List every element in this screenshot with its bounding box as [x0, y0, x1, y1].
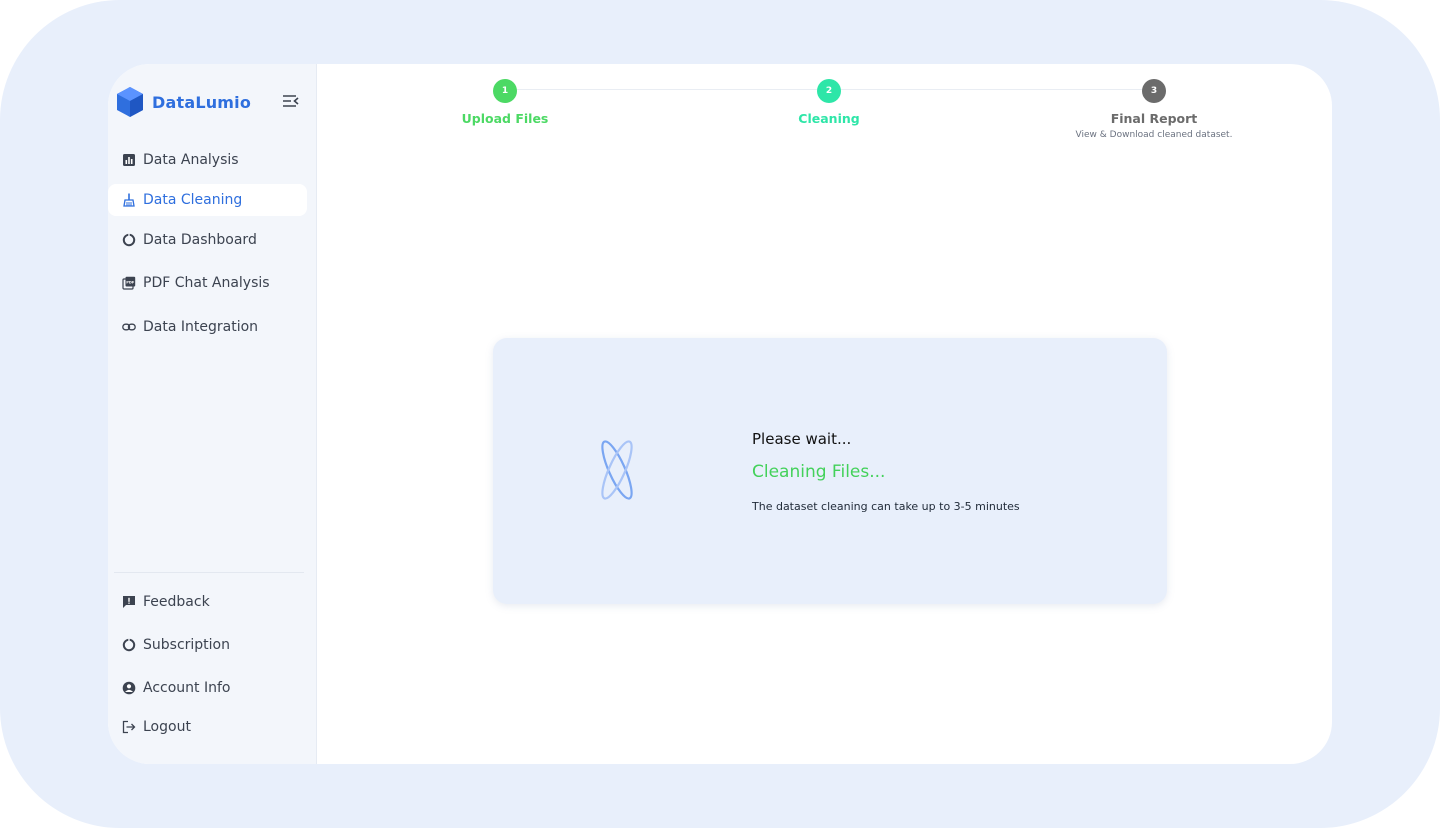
bar-chart-icon	[122, 153, 136, 167]
step-label: Cleaning	[798, 111, 860, 126]
step-cleaning: 2 Cleaning	[709, 79, 949, 126]
collapse-menu-icon[interactable]	[282, 94, 300, 108]
sidebar-item-label: Data Cleaning	[143, 192, 243, 208]
step-final-report: 3 Final Report View & Download cleaned d…	[1034, 79, 1274, 140]
loading-note: The dataset cleaning can take up to 3-5 …	[752, 500, 1020, 513]
broom-icon	[122, 193, 136, 207]
sidebar-item-label: Logout	[143, 719, 191, 735]
sidebar-item-label: Feedback	[143, 594, 210, 610]
step-label: Final Report	[1110, 111, 1198, 126]
step-label: Upload Files	[461, 111, 549, 126]
sidebar-item-data-analysis[interactable]: Data Analysis	[108, 144, 307, 176]
sidebar-item-label: Data Dashboard	[143, 232, 257, 248]
sidebar-item-label: Data Analysis	[143, 152, 239, 168]
step-subtitle: View & Download cleaned dataset.	[1075, 130, 1233, 140]
pdf-icon: PDF	[122, 276, 136, 290]
feedback-icon	[122, 595, 136, 609]
sidebar-item-logout[interactable]: Logout	[108, 711, 307, 743]
brand[interactable]: DataLumio	[116, 86, 251, 118]
sidebar-divider	[114, 572, 304, 573]
donut-chart-icon	[122, 233, 136, 247]
sidebar-item-label: Account Info	[143, 680, 231, 696]
brand-name: DataLumio	[152, 92, 252, 112]
step-number-badge: 3	[1142, 79, 1166, 103]
sidebar-item-label: Data Integration	[143, 319, 259, 335]
sidebar-item-data-cleaning[interactable]: Data Cleaning	[108, 184, 307, 216]
app-window: DataLumio Data Analysis Data Cleaning Da…	[108, 64, 1332, 764]
step-upload-files: 1 Upload Files	[385, 79, 625, 126]
main-content: 1 Upload Files 2 Cleaning 3 Final Report…	[317, 64, 1332, 764]
loading-status: Cleaning Files...	[752, 462, 886, 482]
sidebar-item-label: PDF Chat Analysis	[143, 275, 270, 291]
sidebar-item-feedback[interactable]: Feedback	[108, 586, 307, 618]
loading-title: Please wait...	[752, 430, 852, 448]
step-number-badge: 2	[817, 79, 841, 103]
svg-text:PDF: PDF	[126, 281, 135, 285]
sidebar-item-subscription[interactable]: Subscription	[108, 629, 307, 661]
sidebar-item-data-integration[interactable]: Data Integration	[108, 311, 307, 343]
subscription-icon	[122, 638, 136, 652]
account-icon	[122, 681, 136, 695]
sidebar: DataLumio Data Analysis Data Cleaning Da…	[108, 64, 317, 764]
link-icon	[122, 320, 136, 334]
logout-icon	[122, 720, 136, 734]
sidebar-item-pdf-chat-analysis[interactable]: PDF PDF Chat Analysis	[108, 267, 307, 299]
step-number-badge: 1	[493, 79, 517, 103]
loading-card: Please wait... Cleaning Files... The dat…	[493, 338, 1167, 604]
sidebar-item-account-info[interactable]: Account Info	[108, 672, 307, 704]
atom-loader-icon	[601, 440, 633, 500]
sidebar-item-label: Subscription	[143, 637, 230, 653]
sidebar-item-data-dashboard[interactable]: Data Dashboard	[108, 224, 307, 256]
datalumio-logo-icon	[117, 87, 143, 117]
